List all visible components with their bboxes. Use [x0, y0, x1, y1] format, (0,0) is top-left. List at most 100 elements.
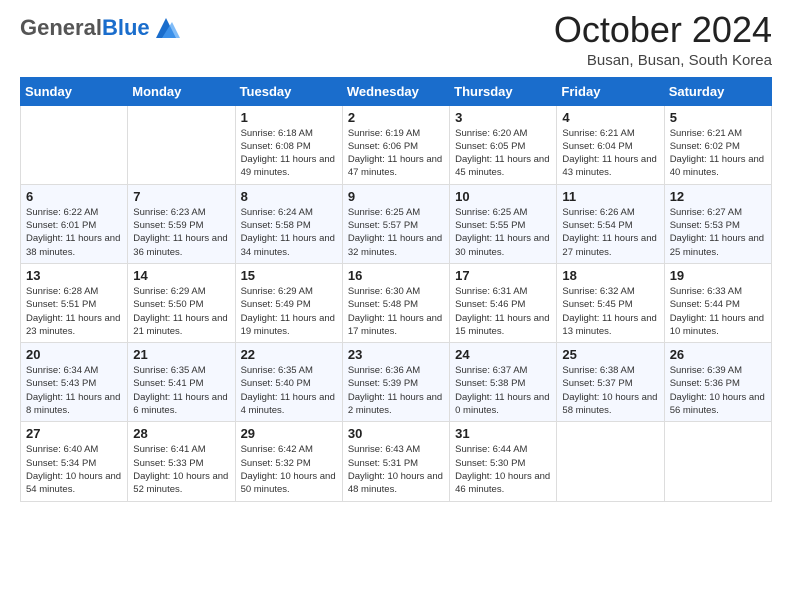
day-number: 30 — [348, 426, 444, 441]
day-info: Sunrise: 6:41 AM Sunset: 5:33 PM Dayligh… — [133, 443, 229, 496]
day-info: Sunrise: 6:18 AM Sunset: 6:08 PM Dayligh… — [241, 127, 337, 180]
day-number: 22 — [241, 347, 337, 362]
day-number: 13 — [26, 268, 122, 283]
day-cell: 15 Sunrise: 6:29 AM Sunset: 5:49 PM Dayli… — [235, 263, 342, 342]
day-number: 26 — [670, 347, 766, 362]
day-cell: 12 Sunrise: 6:27 AM Sunset: 5:53 PM Dayli… — [664, 184, 771, 263]
day-cell: 25 Sunrise: 6:38 AM Sunset: 5:37 PM Dayli… — [557, 343, 664, 422]
day-info: Sunrise: 6:24 AM Sunset: 5:58 PM Dayligh… — [241, 206, 337, 259]
logo-area: GeneralBlue — [20, 10, 180, 42]
day-cell — [664, 422, 771, 501]
day-cell: 26Sunrise: 6:39 AM Sunset: 5:36 PM Dayli… — [664, 343, 771, 422]
week-row-5: 27 Sunrise: 6:40 AM Sunset: 5:34 PM Dayli… — [21, 422, 772, 501]
day-cell: 13 Sunrise: 6:28 AM Sunset: 5:51 PM Dayli… — [21, 263, 128, 342]
day-number: 27 — [26, 426, 122, 441]
day-info: Sunrise: 6:27 AM Sunset: 5:53 PM Dayligh… — [670, 206, 766, 259]
day-cell: 4 Sunrise: 6:21 AM Sunset: 6:04 PM Daylig… — [557, 105, 664, 184]
header-row: Sunday Monday Tuesday Wednesday Thursday… — [21, 77, 772, 105]
page: GeneralBlue October 2024 Busan, Busan, S… — [0, 0, 792, 612]
day-number: 29 — [241, 426, 337, 441]
day-number: 16 — [348, 268, 444, 283]
day-info: Sunrise: 6:20 AM Sunset: 6:05 PM Dayligh… — [455, 127, 551, 180]
day-info: Sunrise: 6:30 AM Sunset: 5:48 PM Dayligh… — [348, 285, 444, 338]
day-number: 18 — [562, 268, 658, 283]
day-info: Sunrise: 6:34 AM Sunset: 5:43 PM Dayligh… — [26, 364, 122, 417]
day-number: 23 — [348, 347, 444, 362]
day-info: Sunrise: 6:28 AM Sunset: 5:51 PM Dayligh… — [26, 285, 122, 338]
day-number: 6 — [26, 189, 122, 204]
day-info: Sunrise: 6:42 AM Sunset: 5:32 PM Dayligh… — [241, 443, 337, 496]
day-number: 8 — [241, 189, 337, 204]
day-number: 11 — [562, 189, 658, 204]
day-cell: 1 Sunrise: 6:18 AM Sunset: 6:08 PM Daylig… — [235, 105, 342, 184]
day-number: 10 — [455, 189, 551, 204]
day-info: Sunrise: 6:36 AM Sunset: 5:39 PM Dayligh… — [348, 364, 444, 417]
day-cell: 7 Sunrise: 6:23 AM Sunset: 5:59 PM Daylig… — [128, 184, 235, 263]
day-info: Sunrise: 6:21 AM Sunset: 6:02 PM Dayligh… — [670, 127, 766, 180]
day-cell: 3 Sunrise: 6:20 AM Sunset: 6:05 PM Daylig… — [450, 105, 557, 184]
day-number: 9 — [348, 189, 444, 204]
day-number: 20 — [26, 347, 122, 362]
day-number: 15 — [241, 268, 337, 283]
day-number: 5 — [670, 110, 766, 125]
day-info: Sunrise: 6:19 AM Sunset: 6:06 PM Dayligh… — [348, 127, 444, 180]
day-cell: 23 Sunrise: 6:36 AM Sunset: 5:39 PM Dayli… — [342, 343, 449, 422]
day-number: 21 — [133, 347, 229, 362]
day-cell — [128, 105, 235, 184]
col-saturday: Saturday — [664, 77, 771, 105]
day-number: 1 — [241, 110, 337, 125]
day-info: Sunrise: 6:25 AM Sunset: 5:57 PM Dayligh… — [348, 206, 444, 259]
day-number: 24 — [455, 347, 551, 362]
day-info: Sunrise: 6:21 AM Sunset: 6:04 PM Dayligh… — [562, 127, 658, 180]
col-sunday: Sunday — [21, 77, 128, 105]
day-info: Sunrise: 6:40 AM Sunset: 5:34 PM Dayligh… — [26, 443, 122, 496]
day-number: 17 — [455, 268, 551, 283]
week-row-2: 6 Sunrise: 6:22 AM Sunset: 6:01 PM Daylig… — [21, 184, 772, 263]
week-row-1: 1 Sunrise: 6:18 AM Sunset: 6:08 PM Daylig… — [21, 105, 772, 184]
day-info: Sunrise: 6:31 AM Sunset: 5:46 PM Dayligh… — [455, 285, 551, 338]
day-info: Sunrise: 6:26 AM Sunset: 5:54 PM Dayligh… — [562, 206, 658, 259]
day-number: 14 — [133, 268, 229, 283]
day-cell: 2Sunrise: 6:19 AM Sunset: 6:06 PM Daylig… — [342, 105, 449, 184]
day-number: 28 — [133, 426, 229, 441]
day-info: Sunrise: 6:29 AM Sunset: 5:50 PM Dayligh… — [133, 285, 229, 338]
day-cell: 17 Sunrise: 6:31 AM Sunset: 5:46 PM Dayli… — [450, 263, 557, 342]
logo-icon — [152, 14, 180, 42]
day-info: Sunrise: 6:33 AM Sunset: 5:44 PM Dayligh… — [670, 285, 766, 338]
day-cell: 11 Sunrise: 6:26 AM Sunset: 5:54 PM Dayli… — [557, 184, 664, 263]
day-info: Sunrise: 6:38 AM Sunset: 5:37 PM Dayligh… — [562, 364, 658, 417]
day-number: 12 — [670, 189, 766, 204]
col-friday: Friday — [557, 77, 664, 105]
day-number: 7 — [133, 189, 229, 204]
day-cell: 5 Sunrise: 6:21 AM Sunset: 6:02 PM Daylig… — [664, 105, 771, 184]
location: Busan, Busan, South Korea — [554, 52, 772, 69]
day-info: Sunrise: 6:25 AM Sunset: 5:55 PM Dayligh… — [455, 206, 551, 259]
day-cell: 24 Sunrise: 6:37 AM Sunset: 5:38 PM Dayli… — [450, 343, 557, 422]
day-cell — [557, 422, 664, 501]
day-cell: 10 Sunrise: 6:25 AM Sunset: 5:55 PM Dayli… — [450, 184, 557, 263]
day-number: 25 — [562, 347, 658, 362]
day-cell: 6 Sunrise: 6:22 AM Sunset: 6:01 PM Daylig… — [21, 184, 128, 263]
logo-general: General — [20, 15, 102, 40]
day-number: 3 — [455, 110, 551, 125]
day-cell: 21 Sunrise: 6:35 AM Sunset: 5:41 PM Dayli… — [128, 343, 235, 422]
day-info: Sunrise: 6:22 AM Sunset: 6:01 PM Dayligh… — [26, 206, 122, 259]
day-cell: 9 Sunrise: 6:25 AM Sunset: 5:57 PM Daylig… — [342, 184, 449, 263]
day-cell: 22 Sunrise: 6:35 AM Sunset: 5:40 PM Dayli… — [235, 343, 342, 422]
day-info: Sunrise: 6:43 AM Sunset: 5:31 PM Dayligh… — [348, 443, 444, 496]
day-info: Sunrise: 6:29 AM Sunset: 5:49 PM Dayligh… — [241, 285, 337, 338]
day-number: 4 — [562, 110, 658, 125]
day-info: Sunrise: 6:23 AM Sunset: 5:59 PM Dayligh… — [133, 206, 229, 259]
day-info: Sunrise: 6:35 AM Sunset: 5:40 PM Dayligh… — [241, 364, 337, 417]
day-cell: 31Sunrise: 6:44 AM Sunset: 5:30 PM Dayli… — [450, 422, 557, 501]
week-row-4: 20 Sunrise: 6:34 AM Sunset: 5:43 PM Dayli… — [21, 343, 772, 422]
day-cell — [21, 105, 128, 184]
month-title: October 2024 — [554, 10, 772, 50]
calendar-table: Sunday Monday Tuesday Wednesday Thursday… — [20, 77, 772, 502]
header: GeneralBlue October 2024 Busan, Busan, S… — [20, 10, 772, 69]
day-info: Sunrise: 6:35 AM Sunset: 5:41 PM Dayligh… — [133, 364, 229, 417]
day-number: 19 — [670, 268, 766, 283]
col-wednesday: Wednesday — [342, 77, 449, 105]
day-info: Sunrise: 6:37 AM Sunset: 5:38 PM Dayligh… — [455, 364, 551, 417]
col-thursday: Thursday — [450, 77, 557, 105]
